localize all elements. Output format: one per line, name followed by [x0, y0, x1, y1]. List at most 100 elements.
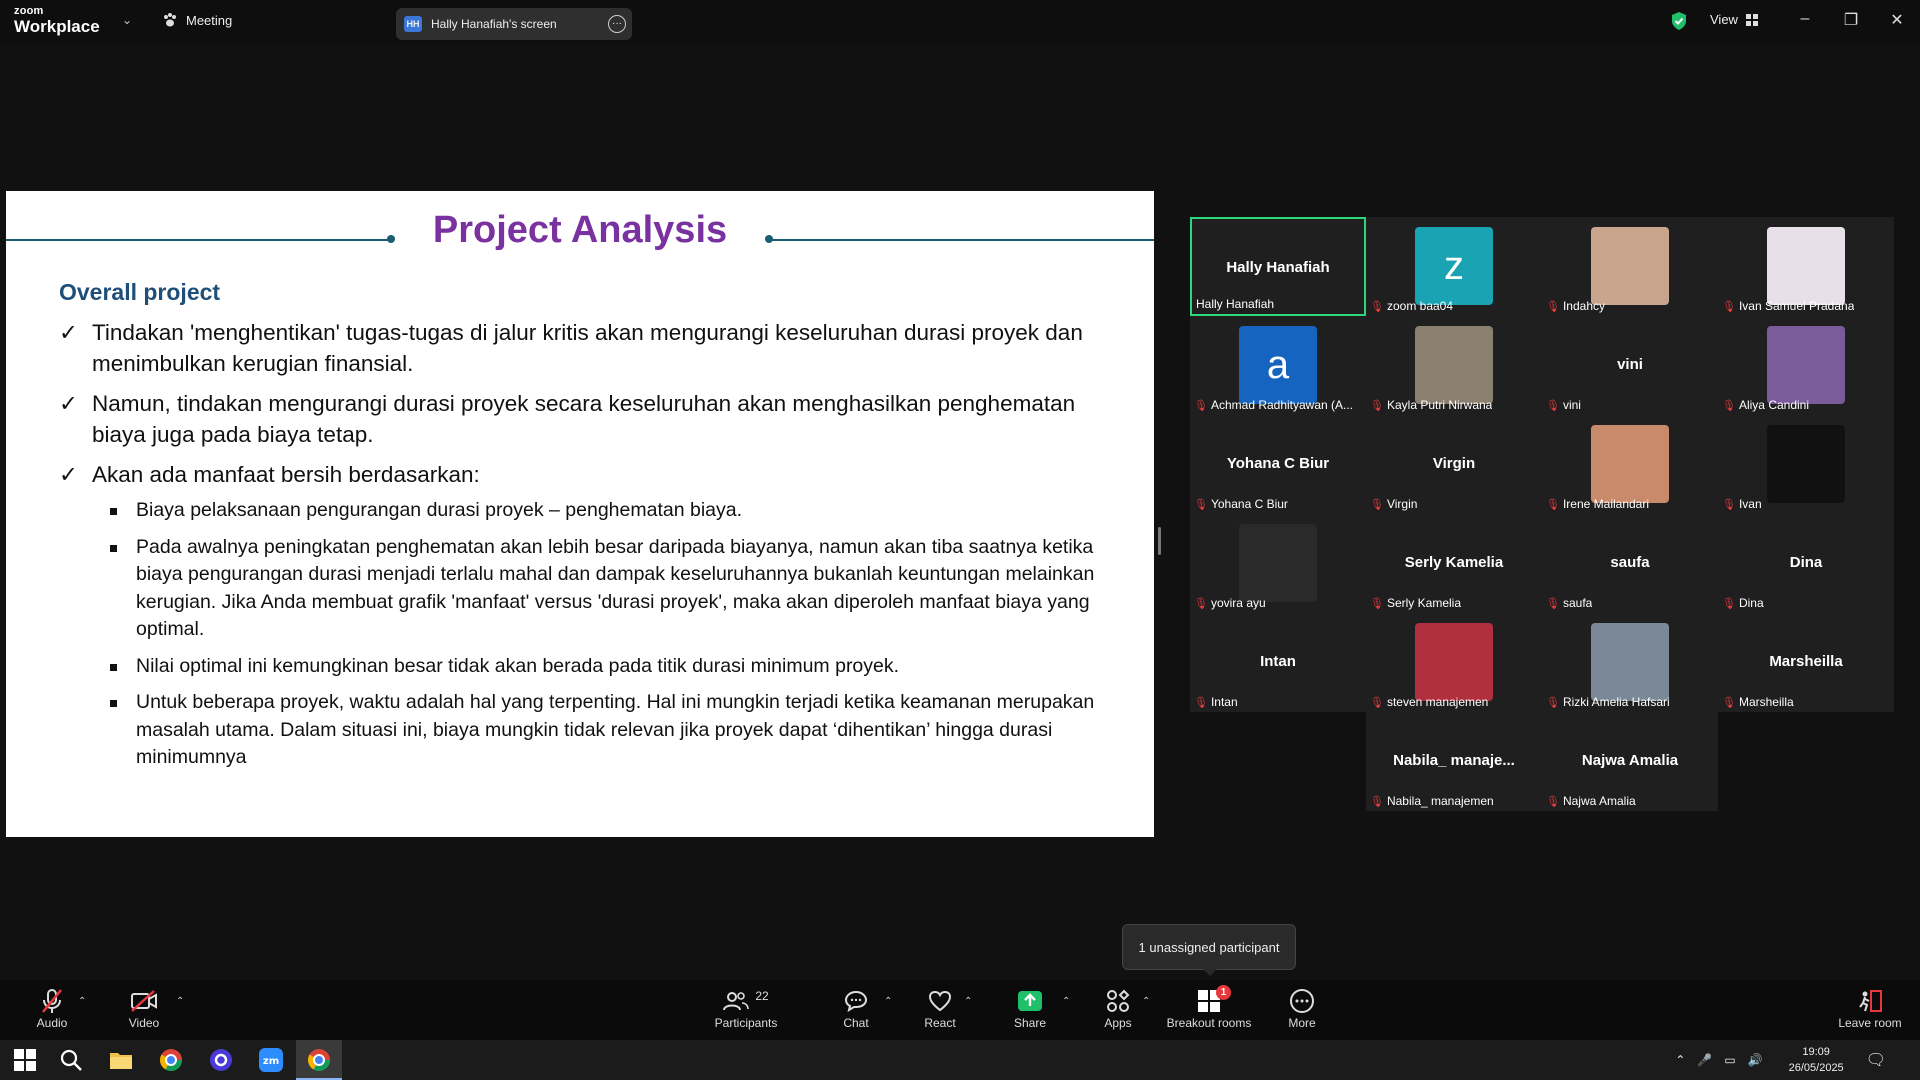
square-bullet-icon	[110, 700, 117, 707]
participant-tile[interactable]: 🎙 steven manajemen	[1366, 613, 1542, 712]
participant-tile-name: Marsheilla	[1769, 653, 1843, 670]
network-icon[interactable]: ▭	[1724, 1053, 1735, 1067]
meeting-button[interactable]: Meeting	[162, 12, 232, 28]
breakout-rooms-button[interactable]: 1 Breakout rooms	[1158, 985, 1260, 1030]
more-button[interactable]: More	[1262, 988, 1342, 1030]
participant-name-label: 🎙 zoom baa04	[1370, 299, 1453, 313]
participant-label-text: saufa	[1562, 596, 1593, 610]
video-off-icon	[131, 990, 157, 1012]
participant-tile[interactable]: Intan 🎙 Intan	[1190, 613, 1366, 712]
share-label: Share	[1013, 1016, 1047, 1030]
leave-room-button[interactable]: Leave room	[1830, 988, 1910, 1030]
react-button[interactable]: React	[900, 988, 980, 1030]
chat-button[interactable]: Chat	[816, 988, 896, 1030]
audio-options-caret-icon[interactable]: ⌃	[78, 996, 86, 1007]
notifications-icon[interactable]: 🗨	[1866, 1050, 1886, 1070]
audio-label: Audio	[36, 1016, 68, 1030]
apps-options-caret-icon[interactable]: ⌃	[1142, 996, 1150, 1007]
more-label: More	[1288, 1016, 1316, 1030]
participant-name-label: 🎙 Irene Mailandari	[1546, 497, 1649, 511]
share-options-caret-icon[interactable]: ⌃	[1062, 996, 1070, 1007]
shield-icon[interactable]	[1670, 11, 1688, 31]
screen-tab-avatar: HH	[404, 16, 422, 32]
microphone-icon[interactable]: 🎤	[1697, 1053, 1712, 1067]
participants-count: 22	[755, 989, 769, 1003]
share-button[interactable]: Share	[990, 988, 1070, 1030]
participant-video-thumbnail	[1415, 623, 1493, 701]
chevron-down-icon[interactable]: ⌄	[122, 13, 132, 27]
mic-muted-icon: 🎙	[1546, 399, 1560, 412]
participant-tile[interactable]: Marsheilla 🎙 Marsheilla	[1718, 613, 1894, 712]
mic-muted-icon: 🎙	[1370, 795, 1384, 808]
chrome-icon[interactable]	[158, 1047, 184, 1073]
screen-tab-label: Hally Hanafiah's screen	[431, 17, 557, 31]
participant-gallery: Hally Hanafiah Hally Hanafiah z 🎙 zoom baa04…	[1190, 217, 1896, 811]
tray-chevron-up-icon[interactable]: ⌃	[1675, 1053, 1685, 1067]
chat-options-caret-icon[interactable]: ⌃	[884, 996, 892, 1007]
mic-muted-icon: 🎙	[1370, 597, 1384, 610]
participant-tile[interactable]: 🎙 yovira ayu	[1190, 514, 1366, 613]
participant-tile[interactable]: Nabila_ manaje... 🎙 Nabila_ manajemen	[1366, 712, 1542, 811]
mic-muted-icon: 🎙	[1370, 399, 1384, 412]
sub-bullet-text: Untuk beberapa proyek, waktu adalah hal …	[136, 691, 1095, 768]
participant-tile[interactable]: 🎙 Aliya Candini	[1718, 316, 1894, 415]
screen-share-tab[interactable]: HH Hally Hanafiah's screen ···	[396, 8, 632, 40]
participant-tile[interactable]: 🎙 Irene Mailandari	[1542, 415, 1718, 514]
participant-name-label: 🎙 Ivan	[1722, 497, 1762, 511]
participant-tile[interactable]: 🎙 Indahcy	[1542, 217, 1718, 316]
volume-icon[interactable]: 🔊	[1748, 1053, 1763, 1067]
bullet-text: Akan ada manfaat bersih berdasarkan:	[92, 462, 480, 487]
view-button[interactable]: View	[1710, 12, 1758, 27]
participant-tile[interactable]: Dina 🎙 Dina	[1718, 514, 1894, 613]
participant-tile[interactable]: Yohana C Biur 🎙 Yohana C Biur	[1190, 415, 1366, 514]
square-bullet-icon	[110, 508, 117, 515]
participant-tile[interactable]: Serly Kamelia 🎙 Serly Kamelia	[1366, 514, 1542, 613]
zoom-app-icon[interactable]: zm	[258, 1047, 284, 1073]
apps-button[interactable]: Apps	[1078, 988, 1158, 1030]
meeting-toolbar: Audio ⌃ Video ⌃ 22 Participants Chat ⌃ R…	[0, 980, 1920, 1040]
participant-name-label: 🎙 Rizki Amelia Hafsari	[1546, 695, 1670, 709]
participant-name-label: 🎙 Yohana C Biur	[1194, 497, 1288, 511]
search-icon[interactable]	[58, 1047, 84, 1073]
participant-name-label: 🎙 Kayla Putri Nirwana	[1370, 398, 1492, 412]
participant-tile[interactable]: a 🎙 Achmad Radhityawan (A...	[1190, 316, 1366, 415]
mic-muted-icon: 🎙	[1546, 597, 1560, 610]
split-view-resize-handle[interactable]	[1158, 527, 1161, 555]
participant-video-thumbnail	[1591, 425, 1669, 503]
participant-tile[interactable]: Hally Hanafiah Hally Hanafiah	[1190, 217, 1366, 316]
browser-icon[interactable]	[208, 1047, 234, 1073]
react-label: React	[924, 1016, 956, 1030]
participant-tile-name: saufa	[1610, 554, 1650, 571]
leave-room-label: Leave room	[1838, 1016, 1902, 1030]
participant-tile[interactable]: Virgin 🎙 Virgin	[1366, 415, 1542, 514]
participant-tile[interactable]: 🎙 Ivan	[1718, 415, 1894, 514]
participant-name-label: Hally Hanafiah	[1196, 297, 1274, 311]
participant-tile[interactable]: 🎙 Rizki Amelia Hafsari	[1542, 613, 1718, 712]
participant-name-label: 🎙 Nabila_ manajemen	[1370, 794, 1494, 808]
windows-start-icon[interactable]	[12, 1047, 38, 1073]
checkmark-icon: ✓	[59, 462, 78, 487]
participant-tile[interactable]: vini 🎙 vini	[1542, 316, 1718, 415]
mic-muted-icon: 🎙	[1546, 795, 1560, 808]
minimize-icon[interactable]: –	[1790, 10, 1820, 28]
participant-tile[interactable]: 🎙 Kayla Putri Nirwana	[1366, 316, 1542, 415]
participants-icon	[723, 992, 750, 1011]
file-explorer-icon[interactable]	[108, 1047, 134, 1073]
react-options-caret-icon[interactable]: ⌃	[964, 996, 972, 1007]
more-options-icon[interactable]: ···	[608, 15, 626, 33]
video-options-caret-icon[interactable]: ⌃	[176, 996, 184, 1007]
heart-icon	[928, 990, 952, 1012]
restore-icon[interactable]: ❐	[1836, 10, 1866, 30]
chrome-profile-icon[interactable]	[306, 1047, 332, 1073]
participant-tile[interactable]: saufa 🎙 saufa	[1542, 514, 1718, 613]
bullet-text: Tindakan 'menghentikan' tugas-tugas di j…	[92, 320, 1083, 376]
breakout-badge: 1	[1216, 985, 1231, 1000]
audio-button[interactable]: Audio	[12, 988, 92, 1030]
close-icon[interactable]: ✕	[1882, 10, 1912, 30]
participant-tile[interactable]: z 🎙 zoom baa04	[1366, 217, 1542, 316]
system-clock[interactable]: 19:09 26/05/2025	[1789, 1044, 1844, 1076]
participant-tile[interactable]: 🎙 Ivan Samuel Pradana	[1718, 217, 1894, 316]
participant-tile[interactable]: Najwa Amalia 🎙 Najwa Amalia	[1542, 712, 1718, 811]
video-button[interactable]: Video	[104, 988, 184, 1030]
participants-button[interactable]: 22 Participants	[706, 988, 786, 1030]
